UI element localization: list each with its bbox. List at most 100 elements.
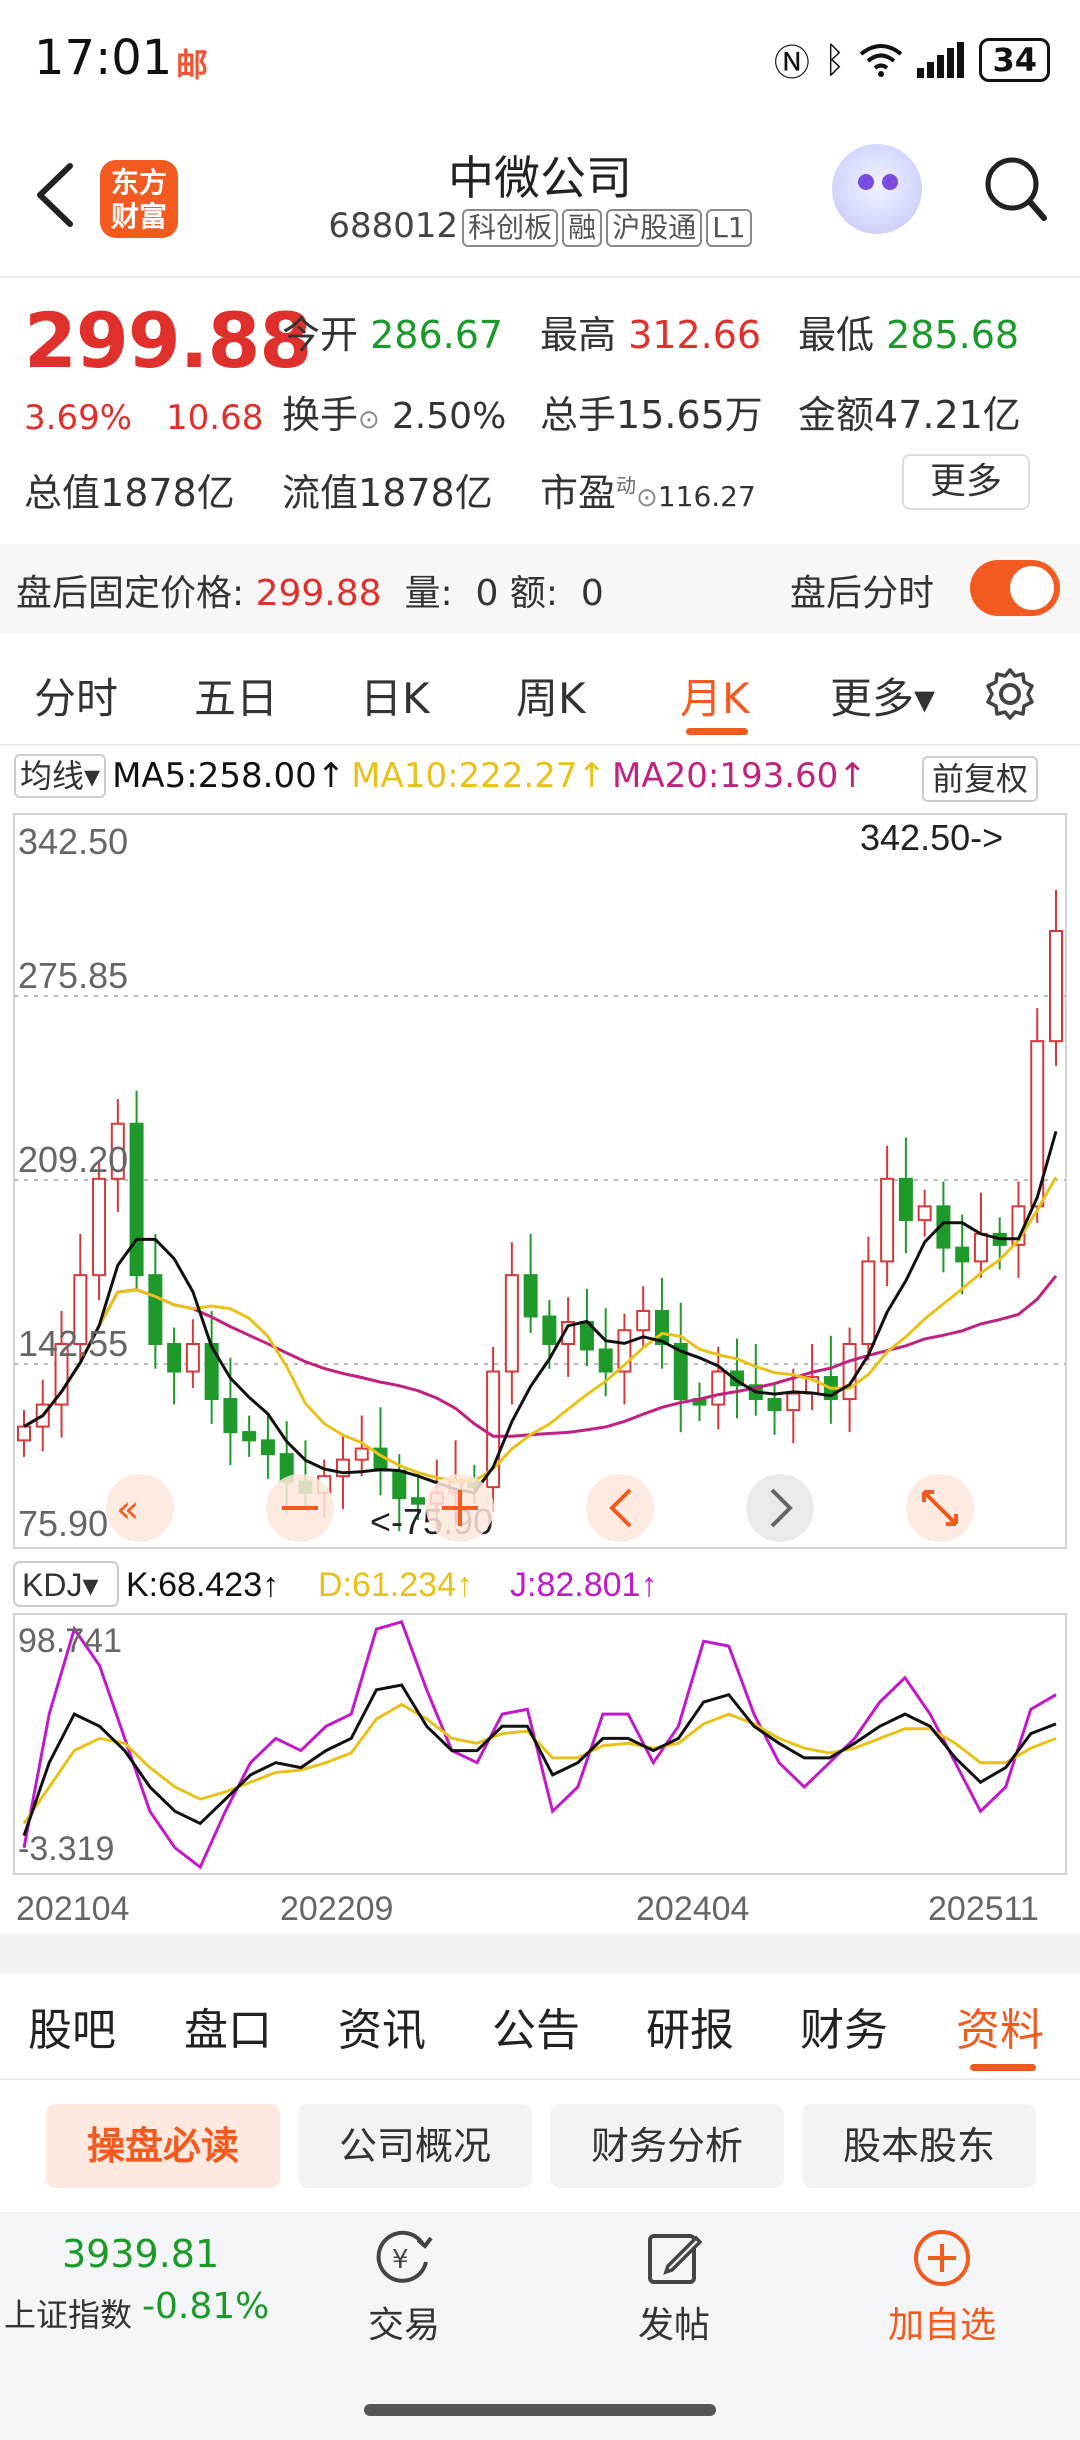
tab-announcements[interactable]: 公告 xyxy=(492,1994,580,2058)
more-quote-button[interactable]: 更多 xyxy=(902,454,1030,510)
price-axis-lower: 142.55 xyxy=(18,1323,128,1364)
add-watchlist-plus-icon[interactable] xyxy=(912,2228,972,2288)
turnover-value: 2.50% xyxy=(391,396,507,437)
pe-field[interactable]: 市盈动⊙116.27 xyxy=(540,462,756,517)
indicator-selector[interactable]: 均线▾ xyxy=(14,754,107,798)
candle-up xyxy=(17,1425,31,1442)
candle-down xyxy=(223,1398,238,1434)
high-field: 最高 312.66 xyxy=(540,304,761,359)
x-label-202209: 202209 xyxy=(280,1890,393,1920)
post-label[interactable]: 发帖 xyxy=(604,2296,744,2348)
search-icon[interactable] xyxy=(980,148,1050,228)
x-label-202511: 202511 xyxy=(928,1890,1039,1920)
info-dots-icon: ⊙ xyxy=(636,483,658,513)
candle-down xyxy=(955,1246,970,1263)
home-indicator[interactable] xyxy=(364,2404,716,2416)
float-cap-label: 流值 xyxy=(282,471,359,515)
after-hours-toggle[interactable] xyxy=(970,560,1060,616)
status-icons: Ⓝ ᛒ 34 xyxy=(774,34,1050,86)
add-watchlist-label[interactable]: 加自选 xyxy=(872,2296,1012,2348)
turnover-field[interactable]: 换手⊙ 2.50% xyxy=(282,384,506,439)
zoom-in-button[interactable] xyxy=(426,1474,494,1542)
change-amount: 10.68 xyxy=(166,398,264,438)
kdj-selector[interactable]: KDJ▾ xyxy=(22,1567,99,1603)
chip-trading-essentials[interactable]: 操盘必读 xyxy=(46,2104,280,2188)
trade-label[interactable]: 交易 xyxy=(334,2296,474,2348)
tab-monthly-k[interactable]: 月K xyxy=(680,665,750,726)
market-cap-value: 1878亿 xyxy=(100,471,235,515)
market-cap-field: 总值1878亿 xyxy=(24,462,235,517)
trade-yen-icon[interactable]: ¥ xyxy=(374,2228,434,2288)
candle-up xyxy=(504,1274,519,1373)
tab-finance[interactable]: 财务 xyxy=(800,1994,888,2058)
bottom-tabs-divider xyxy=(0,2078,1080,2080)
chip-company-overview[interactable]: 公司概况 xyxy=(298,2104,532,2188)
after-hours-vol-label: 量: xyxy=(404,573,453,614)
ma20-value: MA20:193.60↑ xyxy=(612,756,867,796)
low-field: 最低 285.68 xyxy=(798,304,1019,359)
candle-up xyxy=(711,1370,726,1406)
price-axis-upper: 275.85 xyxy=(18,955,128,996)
price-axis-min: 75.90 xyxy=(18,1503,108,1544)
tab-five-day[interactable]: 五日 xyxy=(194,665,278,726)
assistant-robot-avatar[interactable] xyxy=(832,144,922,234)
tab-guba[interactable]: 股吧 xyxy=(28,1994,116,2058)
candle-down xyxy=(598,1348,613,1373)
chart-settings-gear-icon[interactable] xyxy=(982,666,1038,722)
scroll-to-start-button[interactable]: « xyxy=(106,1474,174,1542)
market-cap-label: 总值 xyxy=(24,471,101,515)
tab-intraday[interactable]: 分时 xyxy=(34,665,118,726)
toggle-knob xyxy=(1010,566,1054,610)
chip-financial-analysis[interactable]: 财务分析 xyxy=(550,2104,784,2188)
candle-up xyxy=(92,1177,107,1277)
fullscreen-icon[interactable] xyxy=(906,1474,974,1542)
tab-profile[interactable]: 资料 xyxy=(956,1994,1044,2058)
adjust-mode-button[interactable]: 前复权 xyxy=(922,756,1039,802)
candle-up xyxy=(880,1177,895,1263)
tab-order-book[interactable]: 盘口 xyxy=(184,1994,272,2058)
kline-chart[interactable]: 342.50 275.85 209.20 142.55 75.90 342.50… xyxy=(0,800,1080,1920)
tab-research[interactable]: 研报 xyxy=(646,1994,734,2058)
open-label: 今开 xyxy=(282,313,359,357)
tab-daily-k[interactable]: 日K xyxy=(360,665,430,726)
volume-value: 15.65万 xyxy=(616,393,763,437)
after-hours-toggle-label: 盘后分时 xyxy=(790,573,935,614)
stock-code: 688012 xyxy=(328,206,459,246)
robot-eye-right xyxy=(882,174,898,190)
tab-news[interactable]: 资讯 xyxy=(338,1994,426,2058)
price-axis-max: 342.50 xyxy=(18,821,128,862)
kdj-d-value: D:61.234↑ xyxy=(318,1566,473,1604)
candle-up xyxy=(1049,930,1063,1043)
tag-margin: 融 xyxy=(562,208,603,247)
kdj-axis-max: 98.741 xyxy=(18,1622,122,1660)
x-label-202404: 202404 xyxy=(636,1890,749,1920)
amount-field: 金额47.21亿 xyxy=(798,384,1021,439)
tab-more[interactable]: 更多▾ xyxy=(830,665,935,726)
pe-dynamic-mark: 动 xyxy=(616,473,637,498)
candle-up xyxy=(917,1205,932,1222)
scroll-right-button[interactable] xyxy=(746,1474,814,1542)
candle-down xyxy=(523,1274,538,1318)
candle-up xyxy=(636,1309,651,1332)
index-name[interactable]: 上证指数 xyxy=(4,2290,132,2336)
tab-weekly-k[interactable]: 周K xyxy=(516,665,586,726)
candle-down xyxy=(392,1469,407,1500)
index-value[interactable]: 3939.81 xyxy=(62,2232,219,2276)
status-time: 17:01 xyxy=(34,30,173,86)
candle-up xyxy=(185,1342,200,1373)
change-percent: 3.69% xyxy=(24,398,133,438)
bluetooth-icon: ᛒ xyxy=(823,39,846,81)
float-cap-value: 1878亿 xyxy=(358,471,493,515)
candle-down xyxy=(129,1122,144,1277)
candle-up xyxy=(973,1232,988,1263)
zoom-out-button[interactable] xyxy=(266,1474,334,1542)
open-field: 今开 286.67 xyxy=(282,304,503,359)
post-edit-icon[interactable] xyxy=(644,2228,704,2288)
chip-shareholders[interactable]: 股本股东 xyxy=(802,2104,1036,2188)
candle-down xyxy=(767,1398,782,1412)
bottom-tab-active-indicator xyxy=(970,2064,1036,2071)
candle-down xyxy=(167,1342,182,1373)
scroll-left-button[interactable] xyxy=(586,1474,654,1542)
float-cap-field: 流值1878亿 xyxy=(282,462,493,517)
kdj-k-value: K:68.423↑ xyxy=(126,1566,279,1604)
